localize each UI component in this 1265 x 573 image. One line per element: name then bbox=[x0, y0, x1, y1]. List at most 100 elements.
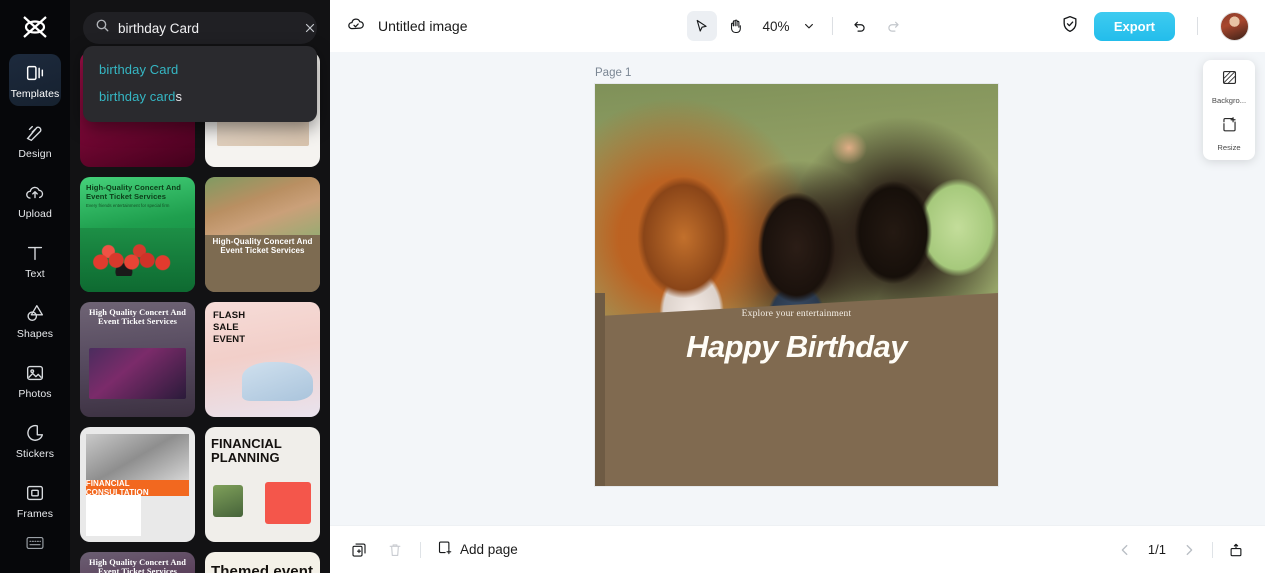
template-title: FINANCIAL CONSULTATION bbox=[85, 478, 149, 497]
template-grid: High-Quality Concert And Event Ticket Se… bbox=[80, 48, 320, 573]
toolbar-center: 40% bbox=[686, 11, 908, 41]
template-title: High-Quality Concert And Event Ticket Se… bbox=[212, 236, 313, 255]
export-button[interactable]: Export bbox=[1093, 11, 1175, 41]
frames-icon bbox=[23, 481, 47, 505]
suggestion-tail: s bbox=[175, 89, 183, 104]
canvas-overlay-shape[interactable] bbox=[595, 293, 998, 486]
template-title: High Quality Concert And Event Ticket Se… bbox=[88, 308, 187, 326]
document-title[interactable]: Untitled image bbox=[378, 18, 468, 34]
bottom-divider bbox=[420, 541, 421, 558]
sidebar-item-frames[interactable]: Frames bbox=[9, 474, 61, 526]
background-button[interactable]: Backgro... bbox=[1203, 68, 1255, 105]
toolbar-left: Untitled image bbox=[346, 14, 468, 39]
canvas-title-text[interactable]: Happy Birthday bbox=[595, 329, 998, 365]
resize-icon bbox=[1220, 115, 1239, 139]
template-title: FINANCIAL PLANNING bbox=[211, 436, 282, 465]
template-card[interactable]: High-Quality Concert And Event Ticket Se… bbox=[80, 177, 195, 292]
resize-button[interactable]: Resize bbox=[1203, 115, 1255, 152]
template-card[interactable]: High Quality Concert And Event Ticket Se… bbox=[80, 552, 195, 573]
sidebar-item-label: Text bbox=[25, 267, 45, 280]
suggestion-text: birthday card bbox=[99, 89, 176, 104]
template-title: Themed event bbox=[211, 563, 314, 573]
sidebar-item-shapes[interactable]: Shapes bbox=[9, 294, 61, 346]
template-card[interactable]: FINANCIAL CONSULTATION bbox=[80, 427, 195, 542]
resize-label: Resize bbox=[1217, 143, 1241, 152]
canvas-side-panel: Backgro... Resize bbox=[1203, 60, 1255, 160]
add-page-button[interactable]: Add page bbox=[435, 539, 518, 560]
template-card[interactable]: High Quality Concert And Event Ticket Se… bbox=[80, 302, 195, 417]
photos-icon bbox=[23, 361, 47, 385]
zoom-level[interactable]: 40% bbox=[754, 19, 793, 34]
templates-icon bbox=[23, 61, 47, 85]
template-card[interactable]: FINANCIAL PLANNING bbox=[205, 427, 320, 542]
undo-icon[interactable] bbox=[845, 11, 875, 41]
suggestion-text: birthday Card bbox=[99, 62, 179, 77]
toolbar-right: Export bbox=[1060, 11, 1249, 41]
sidebar-item-label: Upload bbox=[18, 207, 52, 220]
export-box-icon[interactable] bbox=[1225, 539, 1247, 561]
avatar[interactable] bbox=[1220, 11, 1249, 41]
left-rail: Templates Design Upload Text Shapes Phot… bbox=[0, 0, 70, 573]
template-card[interactable]: FLASH SALE EVENT bbox=[205, 302, 320, 417]
toolbar-divider bbox=[1197, 17, 1198, 35]
design-canvas[interactable]: Explore your entertainment Happy Birthda… bbox=[595, 84, 998, 486]
shapes-icon bbox=[23, 301, 47, 325]
canvas-subtitle-text[interactable]: Explore your entertainment bbox=[595, 309, 998, 319]
search-input[interactable] bbox=[118, 20, 295, 36]
page-label: Page 1 bbox=[595, 67, 632, 79]
suggestion-item[interactable]: birthday cards bbox=[83, 83, 317, 110]
suggestion-item[interactable]: birthday Card bbox=[83, 56, 317, 83]
sidebar-item-label: Frames bbox=[16, 507, 54, 520]
redo-icon[interactable] bbox=[879, 11, 909, 41]
chevron-right-icon[interactable] bbox=[1178, 539, 1200, 561]
sidebar-item-label: Shapes bbox=[16, 327, 54, 340]
sidebar-item-text[interactable]: Text bbox=[9, 234, 61, 286]
capcut-logo-icon[interactable] bbox=[15, 8, 55, 46]
template-card[interactable]: High-Quality Concert And Event Ticket Se… bbox=[205, 177, 320, 292]
add-page-label: Add page bbox=[460, 542, 518, 557]
canvas-overlay-edge bbox=[595, 293, 605, 486]
sidebar-item-design[interactable]: Design bbox=[9, 114, 61, 166]
template-card[interactable]: Themed event CAPPUCCINO 10% bbox=[205, 552, 320, 573]
sidebar-item-label: Design bbox=[18, 147, 52, 160]
search-box[interactable] bbox=[83, 12, 317, 44]
sidebar-item-label: Templates bbox=[10, 87, 60, 100]
search-area bbox=[80, 0, 320, 50]
template-title: FLASH SALE EVENT bbox=[213, 310, 246, 345]
cloud-saved-icon[interactable] bbox=[346, 14, 366, 39]
chevron-left-icon[interactable] bbox=[1114, 539, 1136, 561]
template-title: High-Quality Concert And Event Ticket Se… bbox=[86, 183, 181, 201]
page-navigation: 1/1 bbox=[1114, 539, 1247, 561]
shield-check-icon[interactable] bbox=[1060, 14, 1080, 39]
toolbar-divider bbox=[831, 17, 833, 35]
top-toolbar: Untitled image 40% Export bbox=[330, 0, 1265, 52]
hand-tool-icon[interactable] bbox=[720, 11, 750, 41]
sidebar-item-photos[interactable]: Photos bbox=[9, 354, 61, 406]
stickers-icon bbox=[23, 421, 47, 445]
templates-panel: birthday Card birthday cards High-Qualit… bbox=[70, 0, 330, 573]
bottom-toolbar: Add page 1/1 bbox=[330, 525, 1265, 573]
chevron-down-icon[interactable] bbox=[798, 13, 820, 39]
text-icon bbox=[23, 241, 47, 265]
background-icon bbox=[1220, 68, 1239, 92]
template-subtitle: Every friends entertainment for special … bbox=[86, 203, 170, 208]
upload-cloud-icon bbox=[23, 181, 47, 205]
keyboard-icon[interactable] bbox=[23, 534, 47, 552]
bottom-divider bbox=[1212, 541, 1213, 558]
sidebar-item-templates[interactable]: Templates bbox=[9, 54, 61, 106]
trash-icon[interactable] bbox=[384, 539, 406, 561]
page-count: 1/1 bbox=[1147, 542, 1166, 557]
design-icon bbox=[23, 121, 47, 145]
canvas-stage[interactable]: Page 1 Explore your entertainment Happy … bbox=[330, 52, 1265, 525]
sidebar-item-upload[interactable]: Upload bbox=[9, 174, 61, 226]
background-label: Backgro... bbox=[1211, 96, 1247, 105]
close-icon[interactable] bbox=[303, 21, 317, 35]
duplicate-page-icon[interactable] bbox=[348, 539, 370, 561]
add-page-icon bbox=[435, 539, 453, 560]
sidebar-item-stickers[interactable]: Stickers bbox=[9, 414, 61, 466]
template-title: High Quality Concert And Event Ticket Se… bbox=[88, 558, 187, 573]
main-area: Untitled image 40% Export Page 1 Explore… bbox=[330, 0, 1265, 573]
sidebar-item-label: Stickers bbox=[15, 447, 55, 460]
cursor-tool-icon[interactable] bbox=[686, 11, 717, 41]
sidebar-item-label: Photos bbox=[18, 387, 52, 400]
